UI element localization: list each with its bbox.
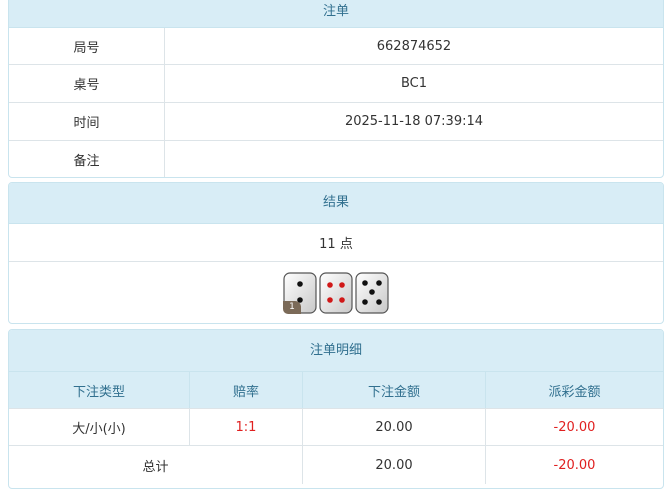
die-2-pip (327, 296, 333, 303)
result-dice-row: 1 (9, 262, 663, 323)
total-label: 总计 (9, 446, 303, 484)
total-row: 总计 20.00 -20.00 (9, 446, 663, 484)
odds-value: 1:1 (190, 409, 303, 445)
bet-amount: 20.00 (303, 409, 486, 445)
die-3-pip (362, 298, 368, 305)
die-1-pip (297, 280, 303, 287)
order-row-time: 时间 2025-11-18 07:39:14 (9, 103, 663, 141)
result-points: 11 点 (319, 237, 353, 252)
die-2-pip (327, 281, 333, 288)
table-value: BC1 (400, 76, 428, 91)
round-label: 局号 (9, 28, 165, 64)
header-odds: 赔率 (190, 372, 303, 408)
header-payout: 派彩金额 (548, 384, 601, 400)
die-3-pip (376, 298, 382, 305)
die-1: 1 (283, 271, 317, 314)
die-2 (319, 271, 353, 314)
order-panel: 注单 局号 662874652 桌号 BC1 时间 2025-11-18 07:… (8, 0, 664, 178)
details-panel: 注单明细 下注类型 赔率 下注金额 派彩金额 大/小(小) 1:1 20.00 … (8, 329, 664, 489)
dice-group: 1 (9, 262, 663, 323)
die-3-face (355, 271, 389, 314)
table-label: 桌号 (9, 65, 165, 102)
details-panel-title: 注单明细 (9, 330, 663, 372)
die-3-pip (362, 279, 368, 286)
total-payout-amount: -20.00 (553, 457, 596, 473)
table-row: 大/小(小) 1:1 20.00 -20.00 (9, 409, 663, 446)
header-bet-type: 下注类型 (9, 372, 190, 408)
details-header-row: 下注类型 赔率 下注金额 派彩金额 (9, 372, 663, 409)
die-3-pip (369, 288, 375, 295)
time-label: 时间 (9, 103, 165, 140)
round-value: 662874652 (376, 38, 452, 54)
payout-amount: -20.00 (553, 419, 596, 435)
bet-type: 大/小(小) (9, 409, 190, 445)
die-1-badge: 1 (283, 300, 301, 314)
die-2-pip (339, 296, 345, 303)
die-2-face (319, 271, 353, 314)
remark-value (165, 141, 663, 177)
result-panel-title: 结果 (9, 183, 663, 224)
result-panel: 结果 11 点 1 (8, 182, 664, 324)
remark-label: 备注 (9, 141, 165, 177)
result-points-row: 11 点 (9, 224, 663, 262)
order-panel-title: 注单 (9, 0, 663, 28)
die-3-pip (376, 279, 382, 286)
order-row-table: 桌号 BC1 (9, 65, 663, 103)
die-3 (355, 271, 389, 314)
die-2-pip (339, 281, 345, 288)
header-bet-amount: 下注金额 (303, 372, 486, 408)
order-row-round: 局号 662874652 (9, 28, 663, 65)
time-value: 2025-11-18 07:39:14 (344, 114, 484, 129)
order-row-remark: 备注 (9, 141, 663, 177)
total-bet-amount: 20.00 (303, 446, 486, 484)
